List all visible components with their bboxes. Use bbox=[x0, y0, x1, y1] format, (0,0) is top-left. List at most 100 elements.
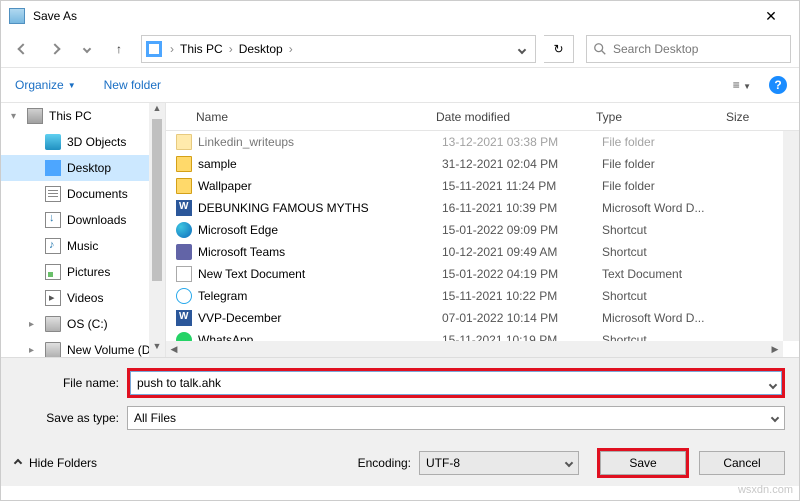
file-date: 15-01-2022 09:09 PM bbox=[442, 223, 602, 237]
edge-icon bbox=[176, 222, 192, 238]
file-name: Microsoft Edge bbox=[198, 223, 442, 237]
file-type: File folder bbox=[602, 135, 742, 149]
file-name: Linkedin_writeups bbox=[198, 135, 442, 149]
ico-drive-icon bbox=[45, 342, 61, 357]
folder-icon bbox=[176, 134, 192, 150]
file-name-dropdown[interactable] bbox=[770, 377, 776, 391]
sidebar-item-label: New Volume (D:) bbox=[67, 343, 158, 357]
ico-desk-icon bbox=[45, 160, 61, 176]
sidebar-item-music[interactable]: Music bbox=[1, 233, 165, 259]
breadcrumb-dropdown[interactable] bbox=[513, 42, 531, 56]
save-type-label: Save as type: bbox=[15, 411, 127, 425]
breadcrumb[interactable]: › This PC › Desktop › bbox=[141, 35, 536, 63]
tree-caret-icon: ▸ bbox=[29, 319, 39, 330]
word-icon bbox=[176, 200, 192, 216]
file-name: sample bbox=[198, 157, 442, 171]
tree-caret-icon: ▾ bbox=[11, 111, 21, 122]
col-name[interactable]: Name bbox=[166, 110, 436, 124]
file-row[interactable]: DEBUNKING FAMOUS MYTHS16-11-2021 10:39 P… bbox=[166, 197, 799, 219]
up-button[interactable] bbox=[105, 35, 133, 63]
sidebar-item-desktop[interactable]: Desktop bbox=[1, 155, 165, 181]
col-date[interactable]: Date modified bbox=[436, 110, 596, 124]
breadcrumb-folder[interactable]: Desktop bbox=[235, 42, 287, 56]
file-row[interactable]: New Text Document15-01-2022 04:19 PMText… bbox=[166, 263, 799, 285]
sidebar-item-3d-objects[interactable]: 3D Objects bbox=[1, 129, 165, 155]
new-folder-button[interactable]: New folder bbox=[102, 74, 163, 96]
encoding-select[interactable]: UTF-8 bbox=[419, 451, 579, 475]
encoding-label: Encoding: bbox=[358, 456, 411, 470]
sidebar-item-label: Pictures bbox=[67, 265, 110, 279]
chevron-up-icon bbox=[14, 459, 22, 467]
ico-3d-icon bbox=[45, 134, 61, 150]
organize-button[interactable]: Organize▼ bbox=[13, 74, 78, 96]
file-type: Text Document bbox=[602, 267, 742, 281]
chevron-right-icon: › bbox=[227, 42, 235, 56]
sidebar-item-this-pc[interactable]: ▾This PC bbox=[1, 103, 165, 129]
file-date: 15-11-2021 11:24 PM bbox=[442, 179, 602, 193]
save-type-select[interactable]: All Files bbox=[127, 406, 785, 430]
file-hscrollbar[interactable]: ◀▶ bbox=[166, 341, 783, 357]
sidebar-item-label: Videos bbox=[67, 291, 103, 305]
bottom-panel: File name: Save as type: All Files Hide … bbox=[1, 357, 799, 486]
sidebar-item-downloads[interactable]: Downloads bbox=[1, 207, 165, 233]
chevron-right-icon: › bbox=[168, 42, 176, 56]
tree-caret-icon: ▸ bbox=[29, 345, 39, 356]
sidebar-item-label: Desktop bbox=[67, 161, 111, 175]
col-type[interactable]: Type bbox=[596, 110, 716, 124]
close-button[interactable]: ✕ bbox=[751, 8, 791, 25]
file-name: VVP-December bbox=[198, 311, 442, 325]
pc-icon bbox=[146, 41, 162, 57]
sidebar-item-videos[interactable]: Videos bbox=[1, 285, 165, 311]
file-date: 07-01-2022 10:14 PM bbox=[442, 311, 602, 325]
sidebar-item-label: Documents bbox=[67, 187, 128, 201]
column-headers[interactable]: Name Date modified Type Size bbox=[166, 103, 799, 131]
refresh-button[interactable]: ↻ bbox=[544, 35, 574, 63]
chevron-right-icon: › bbox=[287, 42, 295, 56]
col-size[interactable]: Size bbox=[716, 110, 799, 124]
search-input[interactable]: Search Desktop bbox=[586, 35, 791, 63]
txt-icon bbox=[176, 266, 192, 282]
nav-row: › This PC › Desktop › ↻ Search Desktop bbox=[1, 31, 799, 67]
breadcrumb-root[interactable]: This PC bbox=[176, 42, 227, 56]
title-bar: Save As ✕ bbox=[1, 1, 799, 31]
cancel-button[interactable]: Cancel bbox=[699, 451, 785, 475]
file-name-input[interactable] bbox=[130, 371, 782, 395]
file-row[interactable]: Linkedin_writeups13-12-2021 03:38 PMFile… bbox=[166, 131, 799, 153]
help-button[interactable]: ? bbox=[769, 76, 787, 94]
back-button[interactable] bbox=[9, 35, 37, 63]
file-date: 10-12-2021 09:49 AM bbox=[442, 245, 602, 259]
sidebar-item-documents[interactable]: Documents bbox=[1, 181, 165, 207]
file-row[interactable]: Microsoft Teams10-12-2021 09:49 AMShortc… bbox=[166, 241, 799, 263]
sidebar-item-new-volume-d-[interactable]: ▸ New Volume (D:) bbox=[1, 337, 165, 357]
file-row[interactable]: VVP-December07-01-2022 10:14 PMMicrosoft… bbox=[166, 307, 799, 329]
file-row[interactable]: Telegram15-11-2021 10:22 PMShortcut bbox=[166, 285, 799, 307]
sidebar-item-label: 3D Objects bbox=[67, 135, 126, 149]
sidebar-item-pictures[interactable]: Pictures bbox=[1, 259, 165, 285]
save-button[interactable]: Save bbox=[600, 451, 686, 475]
ico-music-icon bbox=[45, 238, 61, 254]
recent-dropdown[interactable] bbox=[73, 35, 101, 63]
sidebar: ▾This PC 3D Objects Desktop Documents Downlo… bbox=[1, 103, 166, 357]
forward-button[interactable] bbox=[41, 35, 69, 63]
file-row[interactable]: Wallpaper15-11-2021 11:24 PMFile folder bbox=[166, 175, 799, 197]
file-type: Shortcut bbox=[602, 223, 742, 237]
file-row[interactable]: Microsoft Edge15-01-2022 09:09 PMShortcu… bbox=[166, 219, 799, 241]
sidebar-item-label: Music bbox=[67, 239, 98, 253]
file-type: Microsoft Word D... bbox=[602, 311, 742, 325]
file-name: Microsoft Teams bbox=[198, 245, 442, 259]
file-pane: Name Date modified Type Size Linkedin_wr… bbox=[166, 103, 799, 357]
word-icon bbox=[176, 310, 192, 326]
ico-drive-icon bbox=[45, 316, 61, 332]
file-type: Shortcut bbox=[602, 245, 742, 259]
ico-pc-icon bbox=[27, 108, 43, 124]
sidebar-item-os-c-[interactable]: ▸OS (C:) bbox=[1, 311, 165, 337]
tg-icon bbox=[176, 288, 192, 304]
hide-folders-button[interactable]: Hide Folders bbox=[15, 456, 97, 470]
file-vscrollbar[interactable] bbox=[783, 131, 799, 341]
file-name-label: File name: bbox=[15, 376, 127, 390]
sidebar-scrollbar[interactable]: ▲ ▼ bbox=[149, 103, 165, 357]
ico-down-icon bbox=[45, 212, 61, 228]
view-options-button[interactable]: ≡ ▼ bbox=[727, 78, 757, 92]
file-list: Linkedin_writeups13-12-2021 03:38 PMFile… bbox=[166, 131, 799, 357]
file-row[interactable]: sample31-12-2021 02:04 PMFile folder bbox=[166, 153, 799, 175]
